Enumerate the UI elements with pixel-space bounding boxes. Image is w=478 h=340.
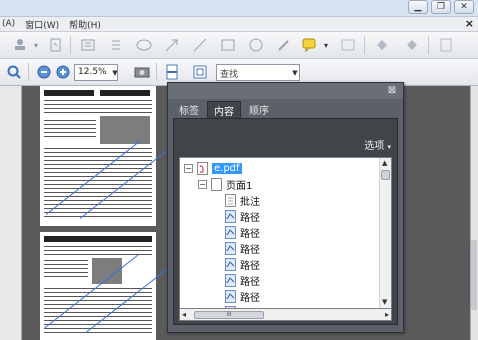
tab-order[interactable]: 顺序 <box>243 101 275 118</box>
rectangle-tool-icon[interactable] <box>220 37 236 53</box>
options-button[interactable]: 选项 ▾ <box>364 137 391 152</box>
collapse-icon[interactable]: − <box>198 179 207 189</box>
chevron-down-icon: ▾ <box>387 143 391 151</box>
tree-label: 路径 <box>240 276 260 288</box>
tree-row-path[interactable]: 路径 <box>225 224 260 240</box>
scroll-down-icon[interactable]: ▼ <box>382 298 387 306</box>
panel-body: 选项 ▾ − e.pdf − 页面1 批注 路径 路径 路径 路径 路径 路径 … <box>173 118 398 325</box>
page-icon <box>211 177 222 191</box>
tab-bookmarks[interactable]: 标签 <box>173 101 205 118</box>
document-scroll-thumb[interactable] <box>471 240 477 310</box>
fit-width-icon[interactable] <box>164 64 180 80</box>
horizontal-scroll-thumb[interactable]: III <box>194 311 264 319</box>
toolbar-separator <box>364 36 365 54</box>
page-thumbnail-1 <box>40 86 175 226</box>
path-object-icon <box>225 241 236 255</box>
tree-label: 页面1 <box>226 180 253 192</box>
tree-label: 批注 <box>240 196 260 208</box>
collapse-icon[interactable]: − <box>184 163 193 173</box>
navigation-pane-strip[interactable] <box>0 86 22 340</box>
previous-comment-icon[interactable] <box>374 37 390 53</box>
comment-note-icon[interactable] <box>302 37 318 53</box>
tree-row-annotation[interactable]: 批注 <box>225 192 260 208</box>
panel-header[interactable]: ⊠ <box>168 83 403 99</box>
toolbar-separator <box>70 36 71 54</box>
stamp-icon[interactable] <box>12 37 28 53</box>
tree-label: 路径 <box>240 212 260 224</box>
pdf-file-icon <box>197 161 208 175</box>
toolbar-separator <box>28 63 29 81</box>
toolbar-separator <box>156 63 157 81</box>
attach-file-icon[interactable] <box>48 37 64 53</box>
annotation-icon <box>225 193 236 207</box>
page-thumbnail-2 <box>40 232 181 340</box>
tree-scrollbar[interactable]: ▲ ▼ <box>379 158 391 308</box>
options-label: 选项 <box>364 141 385 152</box>
fit-page-icon[interactable] <box>192 64 208 80</box>
zoom-out-icon[interactable] <box>36 64 52 80</box>
tree-row-path[interactable]: 路径 <box>225 272 260 288</box>
chevron-down-icon[interactable]: ▼ <box>110 64 120 81</box>
path-object-icon <box>225 289 236 303</box>
snapshot-icon[interactable] <box>134 64 150 80</box>
close-document-icon[interactable]: × <box>465 17 474 30</box>
restore-button[interactable]: ❐ <box>431 0 451 14</box>
menu-item-window[interactable]: 窗口(W) <box>25 18 59 31</box>
tree-label: e.pdf <box>212 162 242 174</box>
path-object-icon <box>225 225 236 239</box>
next-comment-icon[interactable] <box>404 37 420 53</box>
tree-label: 路径 <box>240 228 260 240</box>
tree-row-path[interactable]: 路径 <box>225 288 260 304</box>
tree-row-path[interactable]: 路径 <box>225 256 260 272</box>
path-object-icon <box>225 273 236 287</box>
tree-row-root[interactable]: − e.pdf <box>184 160 242 176</box>
annotation-toolbar: ▾ ▾ <box>0 32 478 59</box>
cloud-icon[interactable] <box>136 37 152 53</box>
scroll-right-icon[interactable]: ▸ <box>385 310 389 319</box>
content-tree: − e.pdf − 页面1 批注 路径 路径 路径 路径 路径 路径 ▲ ▼ <box>179 157 392 309</box>
line-tool-icon[interactable] <box>192 37 208 53</box>
oval-tool-icon[interactable] <box>248 37 264 53</box>
zoom-tool-icon[interactable] <box>6 64 22 80</box>
panel-tabs: 标签 内容 顺序 <box>173 101 277 118</box>
pencil-tool-icon[interactable] <box>276 37 292 53</box>
menu-item-partial[interactable]: (A) <box>2 19 15 29</box>
minimize-button[interactable]: ▁ <box>408 0 428 14</box>
tab-content[interactable]: 内容 <box>207 101 241 118</box>
tree-row-page[interactable]: − 页面1 <box>198 176 252 192</box>
content-panel: ⊠ 标签 内容 顺序 选项 ▾ − e.pdf − 页面1 批注 路径 路径 路… <box>167 82 404 333</box>
zoom-in-icon[interactable] <box>55 64 71 80</box>
path-object-icon <box>225 209 236 223</box>
menu-item-help[interactable]: 帮助(H) <box>69 18 101 31</box>
menu-bar: (A) 窗口(W) 帮助(H) × <box>0 17 478 32</box>
toolbar-separator <box>428 36 429 54</box>
window-controls: ▁ ❐ ✕ <box>408 0 474 14</box>
arrow-tool-icon[interactable] <box>164 37 180 53</box>
scroll-left-icon[interactable]: ◂ <box>182 310 186 319</box>
close-window-button[interactable]: ✕ <box>454 0 474 14</box>
path-object-icon <box>225 257 236 271</box>
tree-scroll-thumb[interactable] <box>381 170 390 180</box>
chevron-down-icon[interactable]: ▾ <box>318 37 334 53</box>
chevron-down-icon[interactable]: ▾ <box>28 37 44 53</box>
signature-icon[interactable] <box>340 37 356 53</box>
tree-label: 路径 <box>240 260 260 272</box>
tree-horizontal-scrollbar[interactable]: ◂ III ▸ <box>179 308 392 321</box>
tree-row-path[interactable]: 路径 <box>225 240 260 256</box>
tree-label: 路径 <box>240 244 260 256</box>
chevron-down-icon[interactable]: ▼ <box>290 64 300 81</box>
document-icon[interactable] <box>438 37 454 53</box>
text-edit-icon[interactable] <box>108 37 124 53</box>
tree-row-path[interactable]: 路径 <box>225 208 260 224</box>
find-input[interactable]: 查找 <box>216 64 300 81</box>
tree-label: 路径 <box>240 292 260 304</box>
title-bar: ▁ ❐ ✕ <box>0 0 478 17</box>
text-box-icon[interactable] <box>80 37 96 53</box>
close-icon[interactable]: ⊠ <box>386 85 398 96</box>
scroll-up-icon[interactable]: ▲ <box>382 159 387 167</box>
